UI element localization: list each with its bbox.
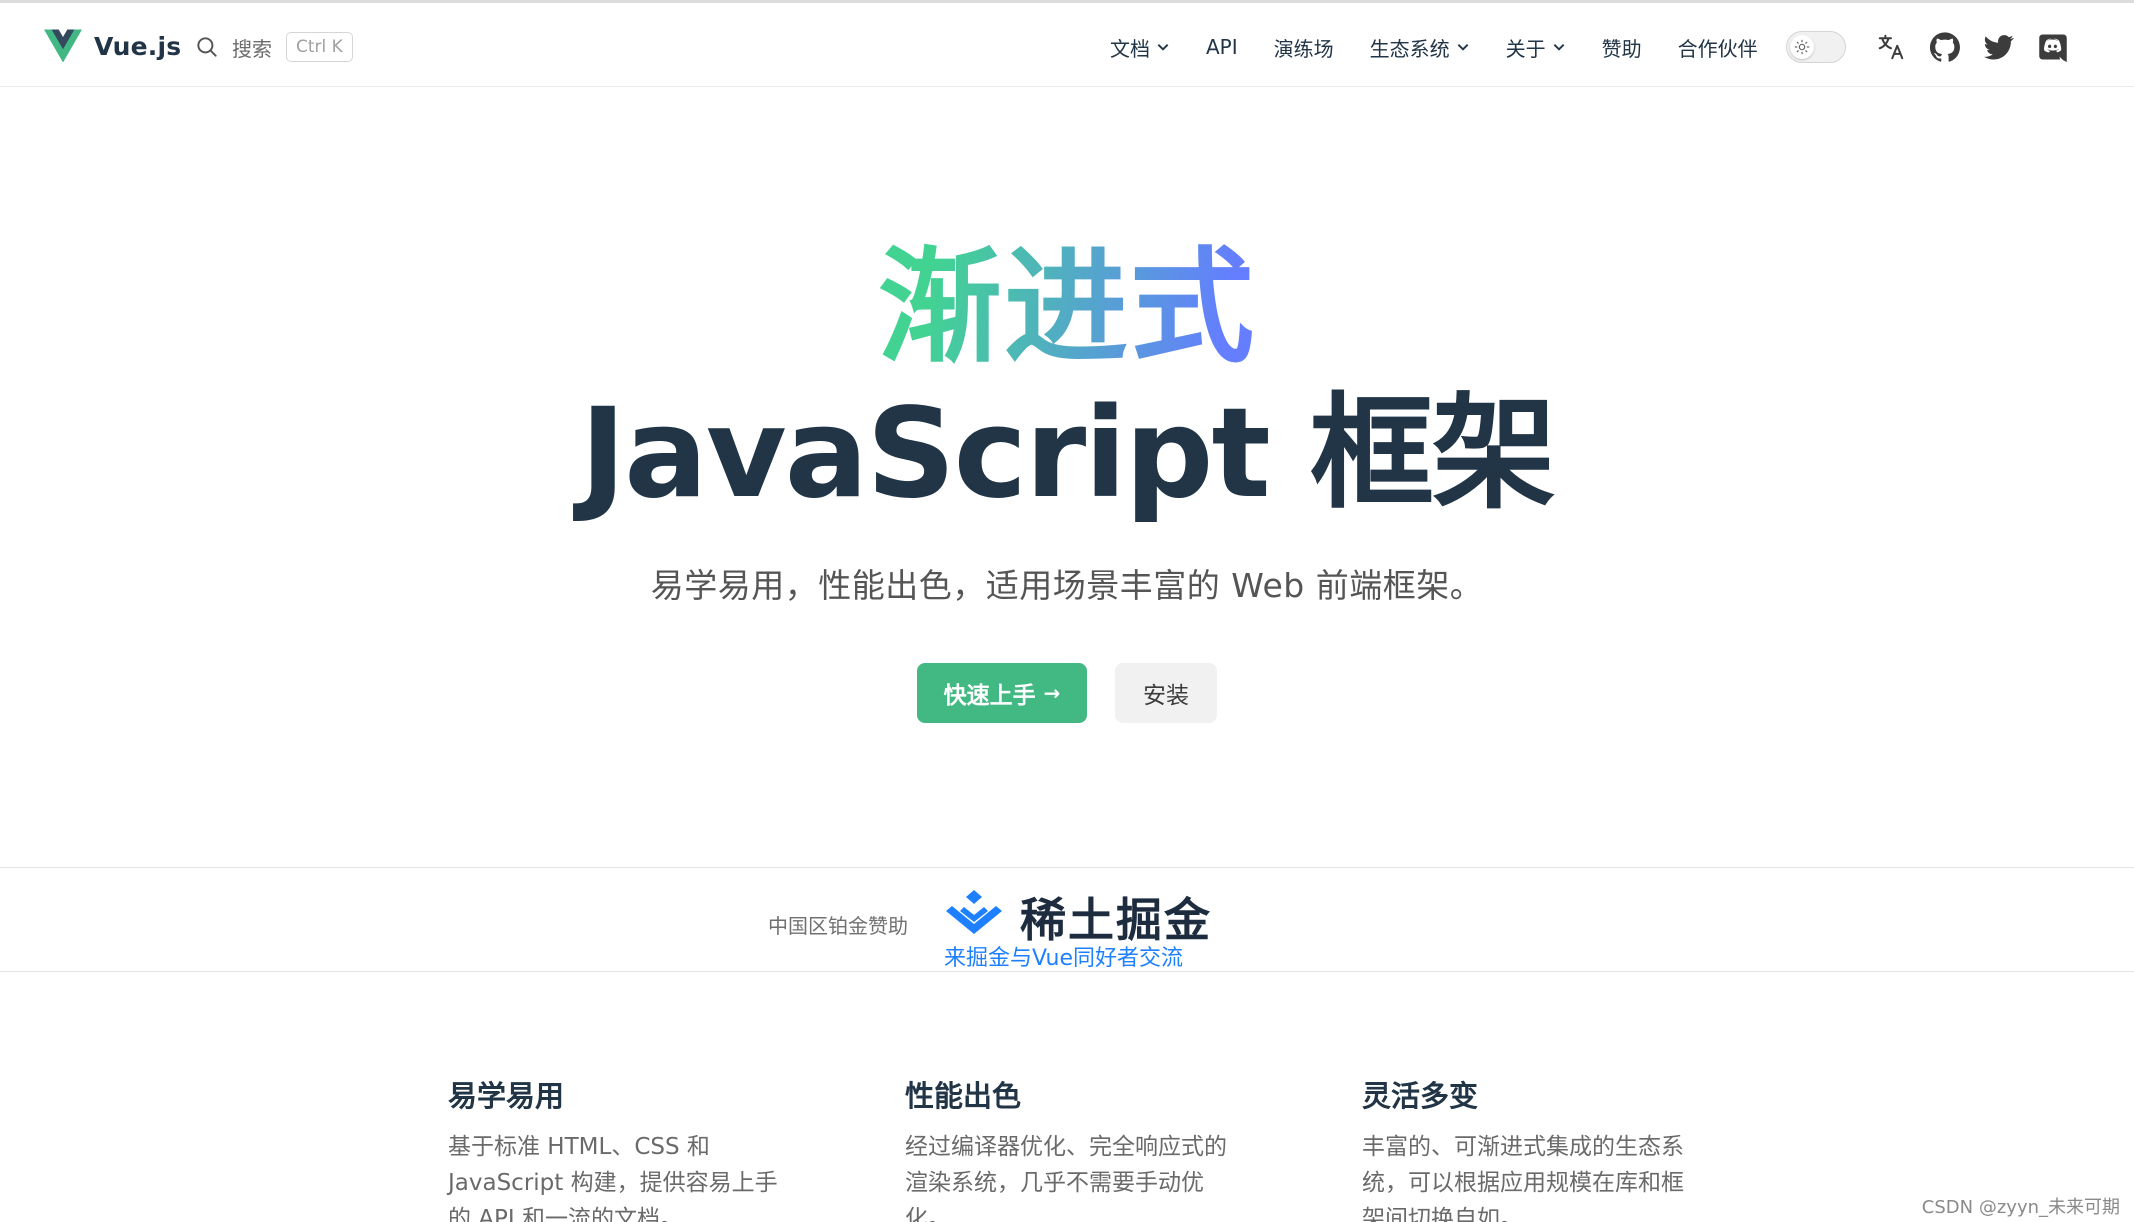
nav-item-sponsor[interactable]: 赞助 [1602,33,1642,62]
nav-item-api[interactable]: API [1206,35,1238,59]
navbar: Vue.js 搜索 Ctrl K 文档 API 演练场 生态系统 关于 赞助 合… [0,3,2134,87]
arrow-right-icon: → [1043,681,1061,705]
theme-toggle[interactable] [1785,31,1846,63]
sponsor-slogan: 来掘金与Vue同好者交流 [944,946,1184,971]
page: Vue.js 搜索 Ctrl K 文档 API 演练场 生态系统 关于 赞助 合… [0,0,2134,1222]
translate-button[interactable] [1874,30,1908,64]
juejin-logo-icon [946,890,1002,934]
sun-icon [1794,39,1809,55]
feature-card: 易学易用 基于标准 HTML、CSS 和 JavaScript 构建，提供容易上… [448,1073,778,1222]
search-icon [197,37,217,57]
twitter-link[interactable] [1982,30,2016,64]
nav-item-label: 文档 [1110,36,1150,61]
translate-icon [1878,34,1903,60]
feature-text: 基于标准 HTML、CSS 和 JavaScript 构建，提供容易上手的 AP… [448,1134,778,1222]
feature-card: 性能出色 经过编译器优化、完全响应式的渲染系统，几乎不需要手动优化。 [905,1073,1235,1222]
hero-title-highlight: 渐进式 [0,243,2134,373]
toggle-knob [1789,35,1814,59]
brand-name: Vue.js [94,31,182,61]
nav-menu: 文档 API 演练场 生态系统 关于 赞助 合作伙伴 [1110,29,2070,65]
feature-text: 经过编译器优化、完全响应式的渲染系统，几乎不需要手动优化。 [905,1134,1227,1222]
sponsor-bar: 中国区铂金赞助 稀土掘金 来掘金与Vue同好者交流 [0,867,2134,972]
nav-item-label: 赞助 [1601,36,1642,61]
feature-text: 丰富的、可渐进式集成的生态系统，可以根据应用规模在库和框架间切换自如。 [1362,1134,1684,1222]
nav-item-ecosystem[interactable]: 生态系统 [1370,33,1470,62]
hero-title-main: JavaScript 框架 [580,382,1556,526]
nav-item-playground[interactable]: 演练场 [1274,33,1334,62]
watermark: CSDN @zyyn_未来可期 [1921,1197,2120,1218]
feature-title: 灵活多变 [1362,1079,1479,1113]
nav-item-label: 合作伙伴 [1677,36,1758,61]
hero-actions: 快速上手 → 安装 [0,663,2134,723]
search-label: 搜索 [232,36,272,61]
install-label: 安装 [1143,683,1189,709]
github-icon [1929,32,1960,62]
nav-item-about[interactable]: 关于 [1506,33,1566,62]
search-button[interactable]: 搜索 Ctrl K [194,29,353,65]
nav-item-label: 演练场 [1273,36,1334,61]
hero-title-highlight-text: 渐进式 [877,236,1256,380]
nav-item-label: API [1206,35,1238,59]
feature-card: 灵活多变 丰富的、可渐进式集成的生态系统，可以根据应用规模在库和框架间切换自如。 [1362,1073,1692,1222]
chevron-down-icon [1157,44,1169,51]
brand-link[interactable]: Vue.js [44,29,181,63]
search-shortcut-hint: Ctrl K [286,32,353,62]
nav-item-partners[interactable]: 合作伙伴 [1678,33,1758,62]
get-started-button[interactable]: 快速上手 → [917,663,1087,723]
chevron-down-icon [1457,44,1468,51]
vue-logo-icon [44,29,82,63]
discord-link[interactable] [2036,30,2070,64]
hero-tagline: 易学易用，性能出色，适用场景丰富的 Web 前端框架。 [650,566,1484,605]
nav-item-docs[interactable]: 文档 [1110,33,1170,62]
nav-item-label: 生态系统 [1369,36,1450,61]
sponsor-logo-link[interactable]: 稀土掘金 来掘金与Vue同好者交流 [942,878,1210,971]
twitter-icon [1983,35,2014,60]
chevron-down-icon [1553,44,1564,51]
nav-item-label: 关于 [1505,36,1546,61]
sponsor-label: 中国区铂金赞助 [768,914,908,938]
install-button[interactable]: 安装 [1115,663,1217,723]
github-link[interactable] [1928,30,1962,64]
feature-title: 性能出色 [905,1079,1022,1113]
get-started-label: 快速上手 [943,683,1036,709]
feature-title: 易学易用 [448,1079,565,1113]
discord-icon [2038,34,2067,62]
